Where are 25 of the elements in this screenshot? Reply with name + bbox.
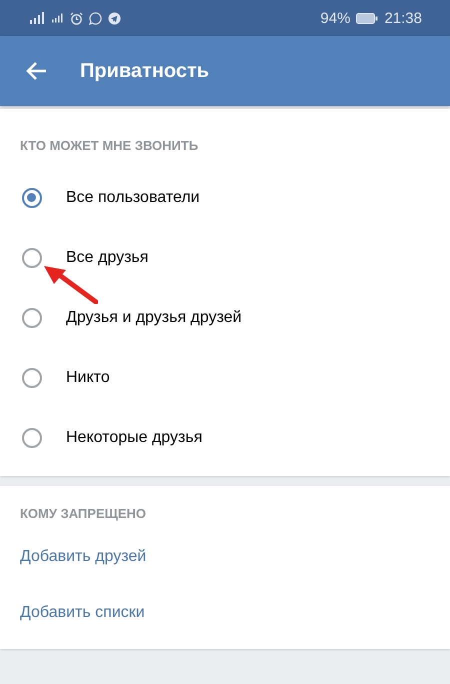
option-label[interactable]: Никто [66, 369, 110, 387]
signal-icon [30, 12, 46, 24]
option-label[interactable]: Друзья и друзья друзей [66, 309, 242, 327]
signal-icon [52, 12, 64, 24]
radio-button[interactable] [22, 368, 42, 388]
arrow-icon [42, 264, 98, 304]
alarm-clock-icon [70, 12, 83, 24]
screen-title: Приватность [80, 60, 210, 82]
add-link[interactable]: Добавить списки [0, 585, 165, 641]
battery-icon [356, 12, 378, 24]
battery-percent: 94% [320, 10, 350, 26]
add-link[interactable]: Добавить друзей [0, 529, 166, 585]
section-header: КОМУ ЗАПРЕЩЕНО [19, 505, 148, 523]
radio-button[interactable] [22, 308, 42, 328]
section-header: КТО МОЖЕТ МНЕ ЗВОНИТЬ [19, 137, 200, 155]
radio-button[interactable] [22, 248, 42, 268]
clock: 21:38 [384, 10, 422, 26]
option-label[interactable]: Все друзья [66, 249, 148, 267]
option-label[interactable]: Все пользователи [66, 189, 200, 207]
option-label[interactable]: Некоторые друзья [66, 429, 202, 447]
radio-button[interactable] [22, 428, 42, 448]
phone-bubble-icon [89, 12, 102, 24]
back-arrow-icon[interactable] [25, 61, 47, 81]
paper-plane-icon [108, 12, 121, 24]
radio-button[interactable] [22, 188, 42, 208]
